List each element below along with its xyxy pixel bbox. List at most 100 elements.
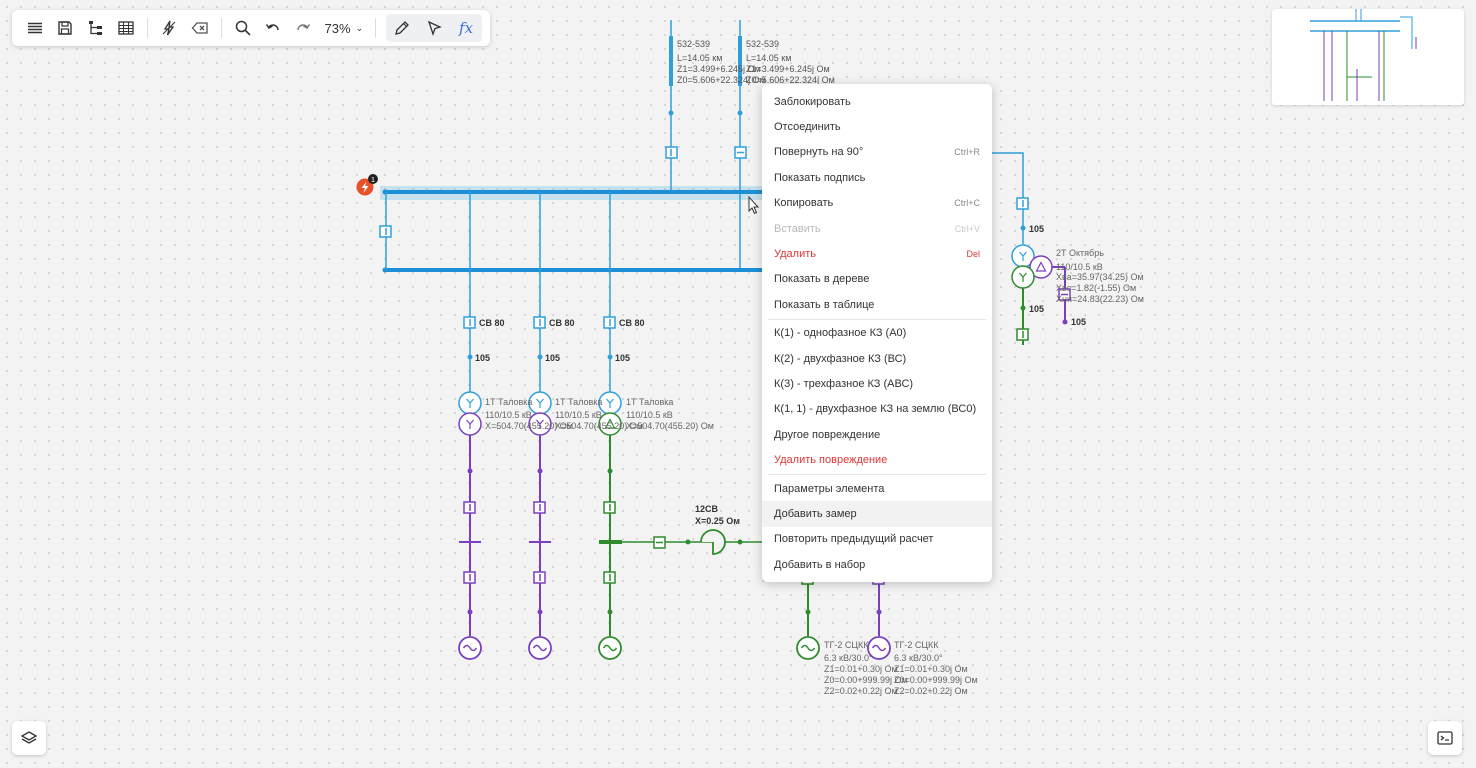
line-a-length: L=14.05 км bbox=[677, 53, 722, 63]
busbar-selected[interactable] bbox=[380, 186, 770, 200]
tr-2t-name: 2Т Октябрь bbox=[1056, 248, 1104, 258]
formula-mode-button[interactable]: fx bbox=[452, 14, 480, 42]
toolbar-separator bbox=[375, 18, 377, 38]
tr1-name: 1Т Таловка bbox=[485, 397, 532, 407]
menu-separator bbox=[768, 473, 986, 475]
tr3-x: X=504.70(455.20) Ом bbox=[626, 421, 714, 431]
generator-tg2-purple[interactable] bbox=[867, 575, 891, 660]
gen2-z2: Z2=0.02+0.22j Ом bbox=[894, 686, 968, 696]
menu-button[interactable] bbox=[22, 14, 48, 42]
tr-2t-x2: Xвс=1.82(-1.55) Ом bbox=[1056, 283, 1136, 293]
gen2-z1: Z1=0.01+0.30j Ом bbox=[894, 664, 968, 674]
line-b-z1: Z1=3.499+6.245j Ом bbox=[746, 64, 830, 74]
generator-tg2-green[interactable] bbox=[796, 575, 820, 660]
menu-item-label: К(2) - двухфазное КЗ (ВС) bbox=[774, 352, 907, 365]
layers-button[interactable] bbox=[12, 721, 46, 755]
menu-item-add-measurement[interactable]: Добавить замер bbox=[762, 501, 992, 527]
menu-item-label: Добавить замер bbox=[774, 507, 857, 520]
floppy-disk-icon bbox=[58, 21, 73, 35]
table-view-button[interactable] bbox=[113, 14, 139, 42]
backspace-clear-icon bbox=[191, 22, 208, 34]
line-b-name: 532-539 bbox=[746, 39, 779, 49]
search-icon bbox=[235, 20, 251, 36]
terminal-console-icon bbox=[1437, 731, 1453, 745]
menu-item-show-in-tree[interactable]: Показать в дереве bbox=[762, 267, 992, 292]
chevron-down-icon: ⌄ bbox=[355, 22, 364, 33]
context-menu: Заблокировать Отсоединить Повернуть на 9… bbox=[762, 84, 992, 582]
reactor-name: 12CB bbox=[695, 504, 719, 514]
menu-item-label: Добавить в набор bbox=[774, 558, 866, 571]
menu-item-show-caption[interactable]: Показать подпись bbox=[762, 165, 992, 190]
select-mode-button[interactable] bbox=[420, 14, 448, 42]
node-label-2: 105 bbox=[545, 353, 560, 363]
calculate-fault-button[interactable] bbox=[156, 14, 182, 42]
feeder-1[interactable] bbox=[458, 192, 482, 660]
console-button[interactable] bbox=[1428, 721, 1462, 755]
menu-item-label: Копировать bbox=[774, 197, 834, 210]
minimap-preview bbox=[1310, 9, 1417, 101]
tree-view-button[interactable] bbox=[83, 14, 109, 42]
gen2-name: ТГ-2 СЦКК bbox=[894, 640, 939, 650]
tr2-name: 1Т Таловка bbox=[555, 397, 602, 407]
menu-item-element-params[interactable]: Параметры элемента bbox=[762, 476, 992, 501]
reactor-branch[interactable] bbox=[622, 529, 765, 555]
pointer-arrow-icon bbox=[427, 20, 442, 36]
menu-item-disconnect[interactable]: Отсоединить bbox=[762, 114, 992, 139]
menu-item-shortcut: Del bbox=[966, 249, 980, 260]
redo-button[interactable] bbox=[290, 14, 316, 42]
tr1-voltage: 110/10.5 кВ bbox=[485, 410, 532, 420]
search-button[interactable] bbox=[230, 14, 256, 42]
menu-item-fault-k1[interactable]: К(1) - однофазное КЗ (А0) bbox=[762, 321, 992, 346]
line-532-539-b[interactable] bbox=[734, 20, 747, 270]
gen1-name: ТГ-2 СЦКК bbox=[824, 640, 869, 650]
reactor-x: X=0.25 Ом bbox=[695, 516, 740, 526]
menu-item-fault-k11[interactable]: К(1, 1) - двухфазное КЗ на землю (ВС0) bbox=[762, 397, 992, 422]
menu-item-other-fault[interactable]: Другое повреждение bbox=[762, 422, 992, 447]
gen1-z2: Z2=0.02+0.22j Ом bbox=[824, 686, 898, 696]
node-label-3: 105 bbox=[615, 353, 630, 363]
undo-icon bbox=[265, 24, 279, 31]
tr2-voltage: 110/10.5 кВ bbox=[555, 410, 602, 420]
menu-item-fault-k2[interactable]: К(2) - двухфазное КЗ (ВС) bbox=[762, 346, 992, 371]
gen1-rating: 6.3 кВ/30.0° bbox=[824, 653, 873, 663]
clear-results-button[interactable] bbox=[186, 14, 212, 42]
menu-item-copy[interactable]: Копировать Ctrl+C bbox=[762, 191, 992, 216]
busbar-lower[interactable] bbox=[382, 267, 766, 273]
gen2-z0: Z0=0.00+999.99j Ом bbox=[894, 675, 978, 685]
bus-coupler[interactable] bbox=[379, 192, 392, 270]
breaker-label-1: CB 80 bbox=[479, 318, 505, 328]
menu-item-label: К(1, 1) - двухфазное КЗ на землю (ВС0) bbox=[774, 403, 977, 416]
menu-item-label: Удалить повреждение bbox=[774, 454, 888, 467]
tr-2t-x3: Xнн=24.83(22.23) Ом bbox=[1056, 294, 1144, 304]
menu-separator bbox=[768, 318, 986, 320]
line-532-539-a[interactable] bbox=[665, 20, 678, 192]
menu-item-shortcut: Ctrl+R bbox=[954, 147, 980, 158]
menu-item-delete[interactable]: Удалить Del bbox=[762, 241, 992, 266]
menu-item-repeat-calc[interactable]: Повторить предыдущий расчет bbox=[762, 527, 992, 552]
menu-item-label: Вставить bbox=[774, 222, 821, 235]
menu-item-label: К(1) - однофазное КЗ (А0) bbox=[774, 327, 907, 340]
menu-item-delete-fault[interactable]: Удалить повреждение bbox=[762, 447, 992, 472]
menu-item-add-to-set[interactable]: Добавить в набор bbox=[762, 552, 992, 577]
fault-marker[interactable]: 1 bbox=[356, 174, 379, 196]
line-b-length: L=14.05 км bbox=[746, 53, 791, 63]
menu-item-shortcut: Ctrl+V bbox=[954, 223, 980, 234]
draw-mode-button[interactable] bbox=[388, 14, 416, 42]
node-label-1: 105 bbox=[475, 353, 490, 363]
gen2-rating: 6.3 кВ/30.0° bbox=[894, 653, 943, 663]
zoom-dropdown[interactable]: 73% ⌄ bbox=[325, 14, 364, 42]
minimap[interactable] bbox=[1272, 9, 1464, 105]
tr-2t-voltage: 110/10.5 кВ bbox=[1056, 262, 1103, 272]
menu-item-fault-k3[interactable]: К(3) - трехфазное КЗ (АВС) bbox=[762, 371, 992, 396]
function-fx-icon: fx bbox=[459, 19, 474, 37]
undo-button[interactable] bbox=[260, 14, 286, 42]
menu-item-paste[interactable]: Вставить Ctrl+V bbox=[762, 216, 992, 241]
save-button[interactable] bbox=[52, 14, 78, 42]
diagram-canvas[interactable]: 532-539 L=14.05 км Z1=3.499+6.245j Ом Z0… bbox=[0, 0, 1476, 768]
menu-item-lock[interactable]: Заблокировать bbox=[762, 89, 992, 114]
menu-item-show-in-table[interactable]: Показать в таблице bbox=[762, 292, 992, 317]
menu-item-rotate[interactable]: Повернуть на 90° Ctrl+R bbox=[762, 140, 992, 165]
node-label-5: 105 bbox=[1029, 304, 1044, 314]
tr3-name: 1Т Таловка bbox=[626, 397, 673, 407]
menu-item-shortcut: Ctrl+C bbox=[954, 198, 980, 209]
